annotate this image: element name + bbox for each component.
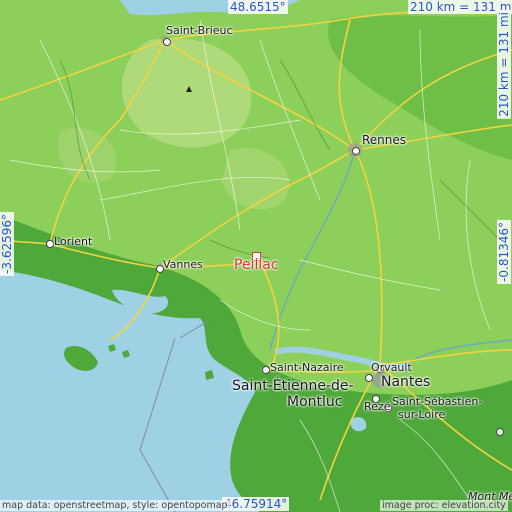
label-saint-nazaire: Saint-Nazaire bbox=[270, 361, 344, 374]
credit-map-data: map data: openstreetmap, style: opentopo… bbox=[0, 500, 230, 511]
label-reze: Rezé bbox=[364, 400, 391, 413]
city-marker bbox=[262, 366, 270, 374]
label-saint-sebastien-line2: sur-Loire bbox=[398, 408, 446, 421]
scale-vertical: 210 km = 131 mi bbox=[497, 10, 511, 119]
label-lorient: Lorient bbox=[54, 235, 93, 248]
city-marker bbox=[365, 374, 373, 382]
label-orvault: Orvault bbox=[371, 361, 412, 374]
city-marker bbox=[46, 240, 54, 248]
credit-image-proc: image proc: elevation.city bbox=[380, 500, 508, 511]
terrain-map[interactable]: Saint-Brieuc Rennes Lorient Vannes Peill… bbox=[0, 0, 512, 512]
coord-top: 48.6515° bbox=[228, 0, 288, 14]
coord-right: -0.81346° bbox=[497, 220, 511, 284]
city-marker bbox=[163, 38, 171, 46]
label-rennes: Rennes bbox=[362, 133, 407, 147]
label-vannes: Vannes bbox=[163, 258, 203, 271]
label-peillac[interactable]: Peillac bbox=[234, 257, 279, 273]
label-saint-sebastien-line1: Saint-Sébastien- bbox=[392, 395, 483, 408]
label-saint-etienne-line1: Saint-Étienne-de- bbox=[232, 378, 354, 394]
label-saint-brieuc: Saint-Brieuc bbox=[166, 24, 233, 37]
coord-left: -3.62596° bbox=[0, 212, 14, 276]
coord-bottom: 46.75914° bbox=[222, 497, 290, 511]
label-saint-etienne-line2: Montluc bbox=[287, 394, 343, 410]
city-marker bbox=[496, 428, 504, 436]
label-nantes: Nantes bbox=[381, 374, 431, 390]
city-marker bbox=[352, 147, 360, 155]
